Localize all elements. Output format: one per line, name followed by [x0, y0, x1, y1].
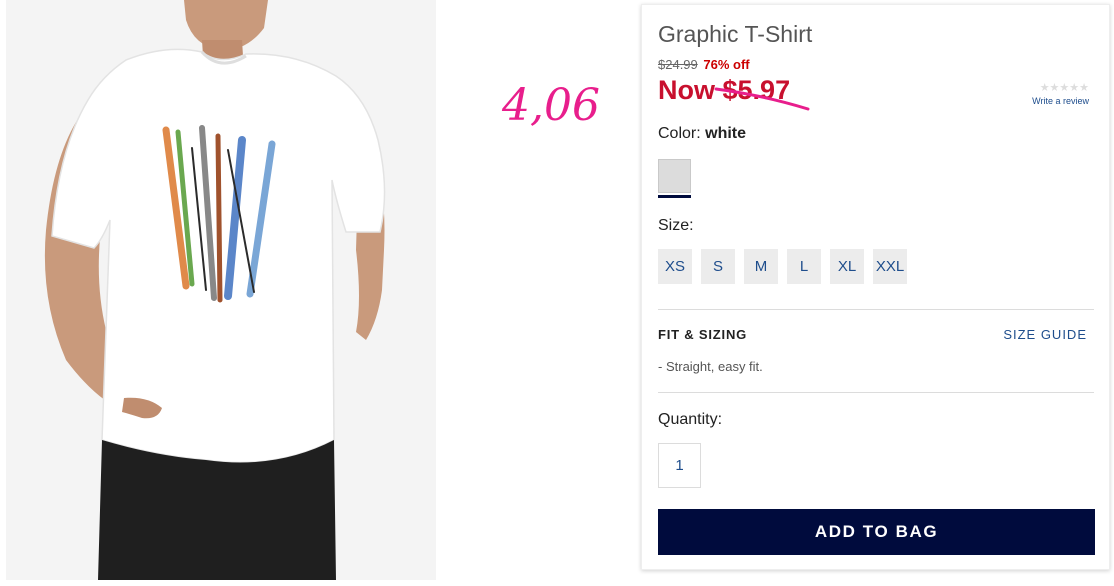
handwritten-strike-icon	[714, 87, 810, 111]
quantity-label: Quantity:	[658, 411, 723, 428]
write-review-link[interactable]: Write a review	[1032, 96, 1089, 106]
rating-block: ★★★★★ Write a review	[1032, 81, 1089, 106]
size-option-l[interactable]: L	[787, 249, 821, 284]
quantity-input[interactable]	[658, 443, 701, 488]
size-option-xs[interactable]: XS	[658, 249, 692, 284]
size-option-xl[interactable]: XL	[830, 249, 864, 284]
product-title: Graphic T-Shirt	[658, 21, 813, 47]
size-option-m[interactable]: M	[744, 249, 778, 284]
product-image	[6, 0, 436, 580]
now-label: Now	[658, 75, 715, 105]
color-swatch-white[interactable]	[658, 159, 691, 193]
divider	[658, 309, 1094, 310]
size-guide-link[interactable]: SIZE GUIDE	[1003, 327, 1087, 342]
size-options: XS S M L XL XXL	[658, 249, 907, 284]
bullet-dash-icon: -	[658, 359, 666, 374]
swatch-selected-indicator	[658, 195, 691, 198]
handwritten-price-annotation: 4,06	[502, 80, 600, 131]
product-details-panel: Graphic T-Shirt $24.99 76% off Now $5.97…	[641, 4, 1110, 570]
size-option-s[interactable]: S	[701, 249, 735, 284]
size-option-xxl[interactable]: XXL	[873, 249, 907, 284]
price-row: $24.99 76% off	[658, 57, 750, 72]
original-price: $24.99	[658, 57, 698, 72]
size-label: Size:	[658, 217, 694, 234]
color-label: Color: white	[658, 125, 747, 142]
color-value: white	[705, 125, 747, 142]
fit-sizing-heading: FIT & SIZING	[658, 327, 748, 342]
add-to-bag-button[interactable]: ADD TO BAG	[658, 509, 1095, 555]
star-rating-icon: ★★★★★	[1039, 82, 1089, 94]
fit-note: - Straight, easy fit.	[658, 359, 763, 374]
discount-badge: 76% off	[703, 57, 750, 72]
divider	[658, 392, 1094, 393]
